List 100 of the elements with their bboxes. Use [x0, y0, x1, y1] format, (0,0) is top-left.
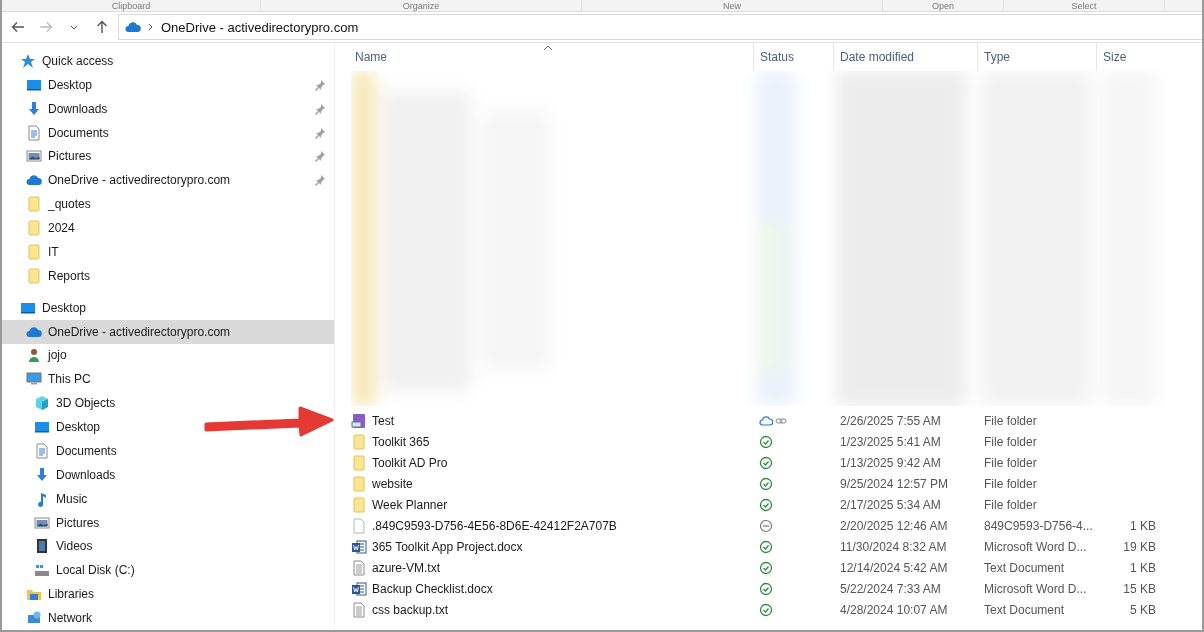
word-document-icon [351, 580, 367, 597]
date-modified: 2/20/2025 12:46 AM [840, 518, 948, 533]
file-name[interactable]: Toolkit AD Pro [349, 454, 448, 471]
cloud-icon [759, 413, 773, 428]
drive-icon [34, 562, 50, 579]
sidebar-item[interactable]: Music [2, 486, 96, 511]
pictures-icon [26, 148, 42, 165]
date-modified: 1/23/2025 5:41 AM [840, 434, 941, 449]
sidebar-item[interactable]: _quotes [2, 192, 99, 217]
date-modified: 9/25/2024 12:57 PM [840, 476, 949, 491]
sort-caret-icon [543, 45, 553, 51]
ribbon-group-label: New [723, 1, 741, 11]
date-modified: 5/22/2024 7:33 AM [840, 581, 941, 596]
cube-icon [34, 395, 50, 412]
file-name[interactable]: azure-VM.txt [349, 559, 440, 576]
synced-check-icon [759, 539, 773, 554]
user-icon [26, 347, 42, 364]
synced-check-icon [759, 476, 773, 491]
film-icon [34, 538, 50, 555]
synced-check-icon [759, 434, 773, 449]
word-document-icon [351, 538, 367, 555]
sidebar-item[interactable]: OneDrive - activedirectorypro.com [2, 168, 334, 193]
synced-check-icon [759, 560, 773, 575]
sidebar-item[interactable]: IT [2, 240, 67, 264]
up-arrow-icon [95, 20, 109, 34]
folder-icon [26, 267, 42, 284]
folder-icon [351, 496, 367, 513]
sidebar-item[interactable]: Network [2, 606, 100, 630]
sidebar-item[interactable]: Pictures [2, 144, 334, 169]
sidebar-item[interactable]: Libraries [2, 582, 103, 607]
file-name[interactable]: css backup.txt [349, 601, 449, 618]
sidebar-item[interactable]: Videos [2, 534, 101, 559]
computer-icon [26, 371, 42, 388]
ribbon-group-label: Clipboard [111, 1, 151, 11]
sidebar-item[interactable]: Downloads [2, 96, 334, 121]
sidebar-item[interactable]: jojo [2, 343, 75, 368]
file-type: File folder [984, 434, 1037, 449]
file-type: File folder [984, 455, 1037, 470]
forward-icon [39, 20, 53, 34]
sidebar-item[interactable]: This PC [2, 367, 99, 392]
file-size: 15 KB [1123, 581, 1156, 596]
synced-check-icon [759, 497, 773, 512]
sidebar-item[interactable]: Documents [2, 439, 125, 463]
date-modified: 11/30/2024 8:32 AM [840, 539, 947, 554]
folder-icon [26, 220, 42, 237]
sidebar-item[interactable]: Desktop [2, 295, 95, 320]
download-icon [34, 466, 50, 483]
file-size: 5 KB [1130, 602, 1156, 617]
linked-folder-icon [351, 412, 367, 429]
folder-icon [26, 243, 42, 260]
file-name[interactable]: Week Planner [349, 496, 448, 513]
download-icon [26, 100, 42, 117]
date-modified: 2/17/2025 5:34 AM [840, 497, 941, 512]
file-icon [351, 517, 367, 534]
cloud-icon [125, 19, 141, 35]
ribbon-group-label: Organize [402, 1, 440, 11]
ribbon-group-label: Select [1071, 1, 1097, 11]
folder-icon [26, 196, 42, 213]
file-name[interactable]: Test [349, 412, 394, 429]
column-header[interactable]: Name [349, 43, 753, 71]
sidebar-item[interactable]: Desktop [2, 415, 109, 439]
synced-check-icon [759, 602, 773, 617]
sidebar-item[interactable]: Downloads [2, 462, 124, 487]
sidebar-item[interactable]: Pictures [2, 510, 108, 535]
back-icon [11, 20, 25, 34]
file-name[interactable]: .849C9593-D756-4E56-8D6E-42412F2A707B [349, 517, 617, 534]
file-type: 849C9593-D756-4... [984, 518, 1093, 533]
star-icon [20, 52, 36, 69]
synced-check-icon [759, 581, 773, 596]
sidebar-item[interactable]: Local Disk (C:) [2, 558, 143, 583]
file-name[interactable]: 365 Toolkit App Project.docx [349, 538, 523, 555]
file-name[interactable]: Backup Checklist.docx [349, 580, 493, 597]
sidebar-item[interactable]: Quick access [2, 49, 122, 73]
pictures-icon [34, 514, 50, 531]
sidebar-item[interactable]: 2024 [2, 216, 83, 240]
address-bar[interactable]: OneDrive - activedirectorypro.com [118, 14, 1202, 40]
document-icon [26, 124, 42, 141]
excluded-icon [759, 518, 773, 533]
file-size: 1 KB [1130, 560, 1156, 575]
document-icon [34, 442, 50, 459]
text-file-icon [351, 601, 367, 618]
file-type: Microsoft Word D... [984, 581, 1087, 596]
folder-icon [351, 454, 367, 471]
text-file-icon [351, 559, 367, 576]
file-name[interactable]: website [349, 475, 413, 492]
synced-check-icon [759, 455, 773, 470]
file-type: File folder [984, 497, 1037, 512]
sidebar-item[interactable]: 3D Objects [2, 391, 124, 416]
chevron-icon [147, 22, 155, 32]
file-size: 19 KB [1123, 539, 1156, 554]
folder-icon [351, 433, 367, 450]
folder-icon [351, 475, 367, 492]
date-modified: 4/28/2024 10:07 AM [840, 602, 948, 617]
file-type: File folder [984, 413, 1037, 428]
file-name[interactable]: Toolkit 365 [349, 433, 430, 450]
file-type: Text Document [984, 602, 1065, 617]
sidebar-item[interactable]: Documents [2, 120, 334, 145]
sidebar-item[interactable]: Desktop [2, 72, 334, 97]
sidebar-item[interactable]: Reports [2, 263, 99, 288]
sidebar-item[interactable]: OneDrive - activedirectorypro.com [2, 319, 334, 344]
